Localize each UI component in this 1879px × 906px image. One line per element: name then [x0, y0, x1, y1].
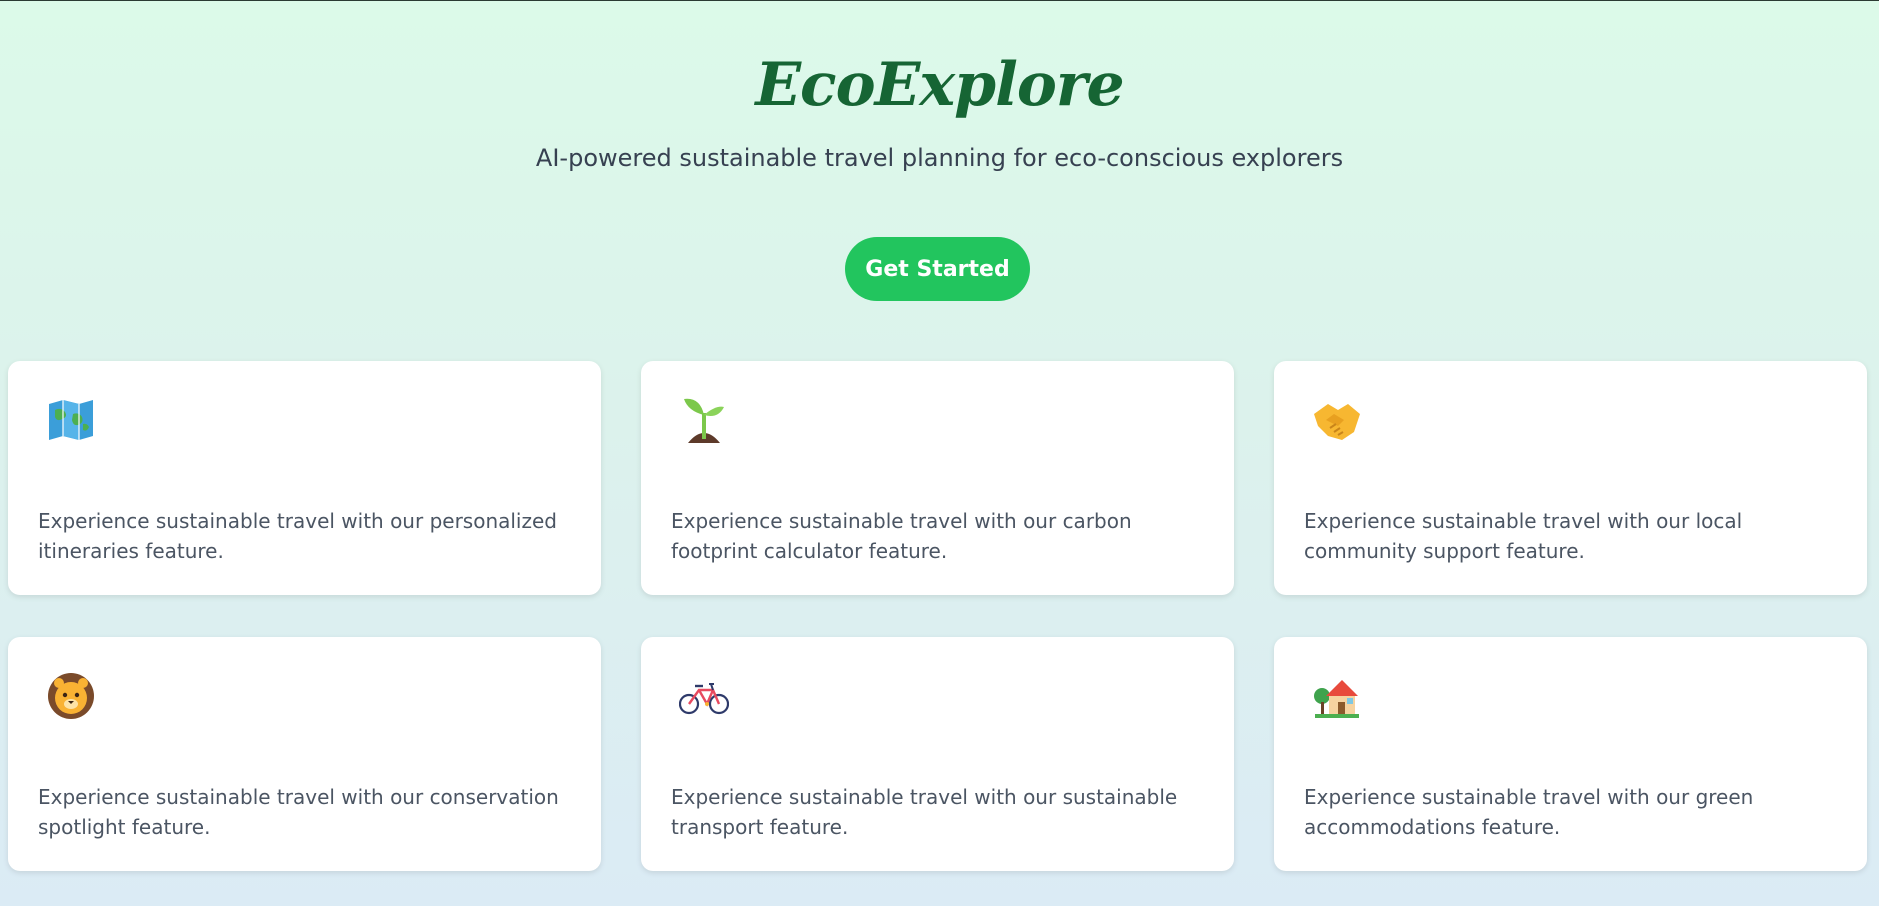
map-icon [46, 395, 96, 445]
feature-card-personalized-itineraries: Experience sustainable travel with our p… [8, 361, 601, 595]
lion-icon [46, 671, 96, 721]
feature-description: Experience sustainable travel with our l… [1304, 509, 1743, 563]
house-with-garden-icon [1312, 671, 1362, 721]
feature-card-sustainable-transport: Experience sustainable travel with our s… [641, 637, 1234, 871]
get-started-button[interactable]: Get Started [845, 237, 1030, 301]
feature-description: Experience sustainable travel with our c… [671, 509, 1132, 563]
feature-description: Experience sustainable travel with our p… [38, 509, 557, 563]
seedling-icon [679, 395, 729, 445]
feature-card-green-accommodations: Experience sustainable travel with our g… [1274, 637, 1867, 871]
feature-card-carbon-footprint: Experience sustainable travel with our c… [641, 361, 1234, 595]
feature-description: Experience sustainable travel with our c… [38, 785, 559, 839]
feature-description: Experience sustainable travel with our s… [671, 785, 1178, 839]
feature-description: Experience sustainable travel with our g… [1304, 785, 1754, 839]
app-subtitle: AI-powered sustainable travel planning f… [535, 144, 1344, 172]
bicycle-icon [679, 671, 729, 721]
handshake-icon [1312, 395, 1362, 445]
feature-card-conservation-spotlight: Experience sustainable travel with our c… [8, 637, 601, 871]
feature-card-local-community: Experience sustainable travel with our l… [1274, 361, 1867, 595]
app-title: EcoExplore [755, 50, 1124, 120]
